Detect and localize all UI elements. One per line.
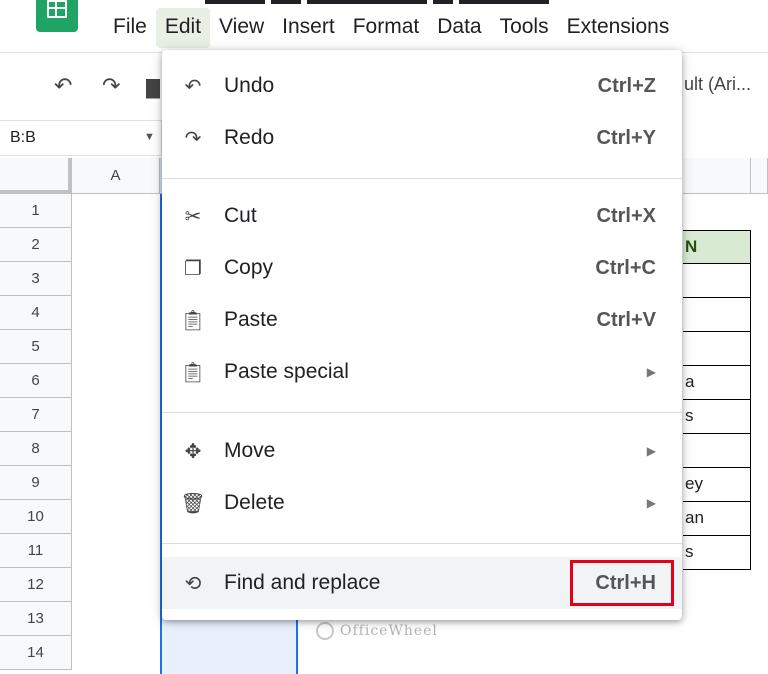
row-header[interactable]: 12: [0, 568, 72, 602]
table-cell[interactable]: s: [683, 400, 751, 434]
menu-item-redo[interactable]: ↷ Redo Ctrl+Y: [162, 112, 682, 164]
table-cell[interactable]: an: [683, 502, 751, 536]
row-header[interactable]: 5: [0, 330, 72, 364]
menu-separator: [162, 543, 682, 544]
menu-item-label: Paste special: [224, 360, 349, 383]
menu-separator: [162, 178, 682, 179]
watermark-logo-icon: [316, 622, 334, 640]
toolbar-print-icon[interactable]: ▆: [146, 74, 160, 99]
undo-icon: ↶: [184, 74, 202, 98]
menu-item-move[interactable]: ✥ Move ▶: [162, 425, 682, 477]
font-select[interactable]: ult (Ari...: [684, 74, 751, 95]
menu-bar: File Edit View Insert Format Data Tools …: [104, 8, 678, 48]
name-box-value: B:B: [10, 129, 36, 146]
table-cell[interactable]: [683, 434, 751, 468]
row-header[interactable]: 14: [0, 636, 72, 670]
row-header[interactable]: 4: [0, 296, 72, 330]
row-header[interactable]: 10: [0, 500, 72, 534]
redo-icon: ↷: [184, 126, 202, 150]
select-all-corner[interactable]: [0, 158, 72, 194]
menu-separator: [162, 412, 682, 413]
data-table-fragment: N a s ey an s: [683, 230, 751, 570]
sheets-logo[interactable]: [36, 0, 78, 32]
column-header-d[interactable]: [751, 158, 768, 194]
sheets-grid-icon: [47, 0, 67, 18]
menu-item-paste[interactable]: 📋︎ Paste Ctrl+V: [162, 294, 682, 346]
menu-tools[interactable]: Tools: [491, 8, 558, 48]
row-header[interactable]: 7: [0, 398, 72, 432]
shortcut-highlight-box: [570, 560, 674, 606]
move-icon: ✥: [184, 439, 202, 463]
menu-item-shortcut: Ctrl+Y: [596, 126, 656, 149]
row-header[interactable]: 11: [0, 534, 72, 568]
table-header-cell[interactable]: N: [683, 230, 751, 264]
row-header[interactable]: 13: [0, 602, 72, 636]
trash-icon: 🗑︎: [180, 491, 206, 515]
table-cell[interactable]: [683, 298, 751, 332]
find-replace-icon: ⟲: [184, 571, 202, 595]
document-title-fragment: [205, 0, 645, 4]
menu-format[interactable]: Format: [344, 8, 429, 48]
toolbar-redo-icon[interactable]: ↷: [102, 74, 120, 99]
menu-view[interactable]: View: [210, 8, 273, 48]
menu-extensions[interactable]: Extensions: [558, 8, 679, 48]
menu-item-copy[interactable]: ❐ Copy Ctrl+C: [162, 242, 682, 294]
menu-item-shortcut: Ctrl+X: [596, 204, 656, 227]
menu-item-shortcut: Ctrl+Z: [597, 74, 656, 97]
table-cell[interactable]: [683, 264, 751, 298]
menu-item-shortcut: Ctrl+C: [595, 256, 656, 279]
table-cell[interactable]: s: [683, 536, 751, 570]
menu-item-paste-special[interactable]: 📋︎ Paste special ▶: [162, 346, 682, 398]
clipboard-icon: 📋︎: [180, 360, 206, 384]
row-header[interactable]: 9: [0, 466, 72, 500]
menu-item-cut[interactable]: ✂ Cut Ctrl+X: [162, 190, 682, 242]
edit-menu-dropdown: ↶ Undo Ctrl+Z ↷ Redo Ctrl+Y ✂ Cut Ctrl+X…: [162, 50, 682, 620]
row-header[interactable]: 6: [0, 364, 72, 398]
menu-item-label: Move: [224, 439, 276, 462]
table-cell[interactable]: ey: [683, 468, 751, 502]
menu-item-undo[interactable]: ↶ Undo Ctrl+Z: [162, 60, 682, 112]
menu-item-label: Delete: [224, 491, 285, 514]
watermark-text: OfficeWheel: [340, 623, 438, 639]
column-header-c[interactable]: [683, 158, 751, 194]
copy-icon: ❐: [184, 256, 202, 280]
row-header[interactable]: 2: [0, 228, 72, 262]
row-header[interactable]: 1: [0, 194, 72, 228]
submenu-arrow-icon: ▶: [646, 496, 656, 510]
scissors-icon: ✂: [184, 204, 202, 228]
table-cell[interactable]: a: [683, 366, 751, 400]
menu-data[interactable]: Data: [428, 8, 490, 48]
submenu-arrow-icon: ▶: [646, 365, 656, 379]
clipboard-icon: 📋︎: [180, 308, 206, 332]
menu-item-delete[interactable]: 🗑︎ Delete ▶: [162, 477, 682, 529]
watermark: OfficeWheel: [316, 622, 438, 640]
menu-file[interactable]: File: [104, 8, 156, 48]
toolbar-undo-icon[interactable]: ↶: [54, 74, 72, 99]
name-box[interactable]: B:B ▼: [0, 120, 162, 156]
column-header-a[interactable]: A: [72, 158, 160, 194]
menu-insert[interactable]: Insert: [273, 8, 344, 48]
chevron-down-icon[interactable]: ▼: [144, 131, 155, 143]
row-header[interactable]: 3: [0, 262, 72, 296]
menu-edit[interactable]: Edit: [155, 8, 211, 48]
table-cell[interactable]: [683, 332, 751, 366]
menu-item-shortcut: Ctrl+V: [596, 308, 656, 331]
submenu-arrow-icon: ▶: [646, 444, 656, 458]
row-header[interactable]: 8: [0, 432, 72, 466]
